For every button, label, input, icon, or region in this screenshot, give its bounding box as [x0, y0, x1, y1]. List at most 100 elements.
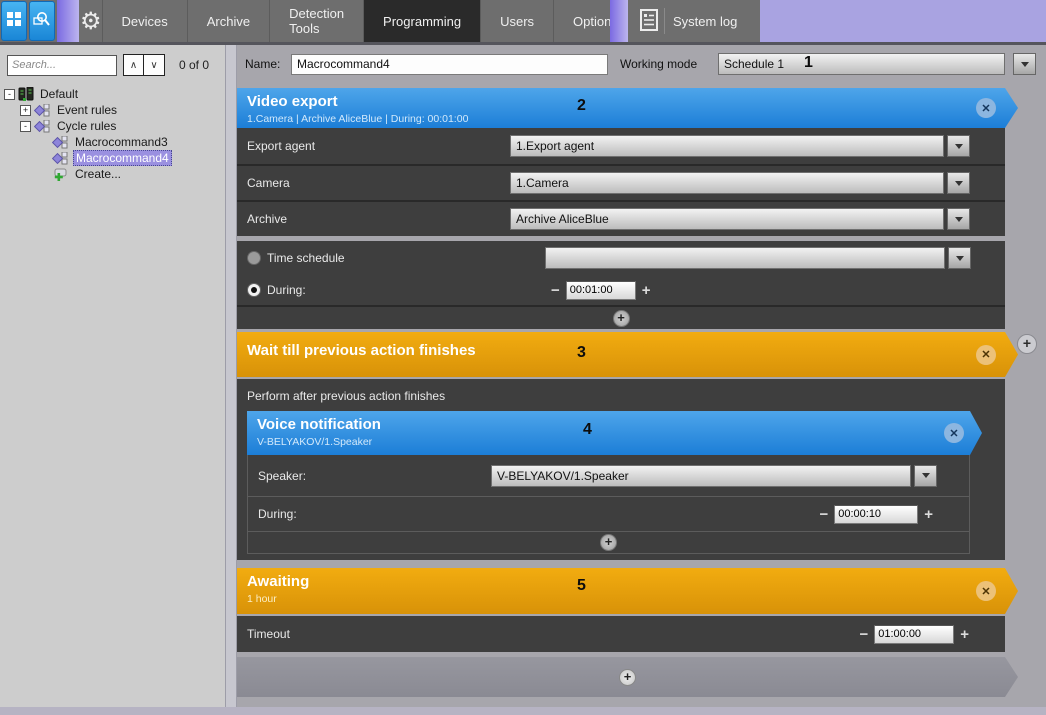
close-action-button[interactable]: ✕ — [976, 98, 996, 118]
time-schedule-radio[interactable] — [247, 251, 261, 265]
export-agent-dropdown[interactable]: 1.Export agent — [510, 135, 944, 157]
action-subtitle: V-BELYAKOV/1.Speaker — [257, 436, 982, 448]
sidebar-splitter[interactable] — [225, 45, 237, 707]
add-action-button[interactable]: + — [600, 534, 617, 551]
settings-gear-button[interactable]: ⚙ — [80, 0, 102, 42]
camera-label: Camera — [247, 176, 510, 190]
insert-action-button[interactable]: + — [1017, 334, 1037, 354]
name-label: Name: — [245, 57, 291, 71]
close-action-button[interactable]: ✕ — [976, 345, 996, 365]
voice-notification-header: Voice notification V-BELYAKOV/1.Speaker … — [247, 411, 982, 455]
main-tab-bar: ⚙ Devices Archive Detection Tools Progra… — [80, 0, 610, 42]
document-list-icon — [640, 9, 658, 34]
close-icon: ✕ — [981, 585, 990, 598]
add-action-button[interactable]: + — [613, 310, 630, 327]
expand-expander-icon[interactable]: + — [20, 105, 31, 116]
macro-tree-sidebar: ∧ ∨ 0 of 0 - Default + Event rules - — [0, 45, 225, 707]
dropdown-arrow-icon — [1021, 62, 1029, 67]
action-title: Awaiting — [247, 573, 1018, 590]
archive-value: Archive AliceBlue — [516, 212, 609, 226]
decrement-button[interactable]: − — [853, 627, 874, 642]
search-prev-button[interactable]: ∧ — [123, 54, 144, 76]
video-export-header: Video export 1.Camera | Archive AliceBlu… — [237, 88, 1018, 128]
during-time-input[interactable] — [566, 281, 636, 300]
tab-detection-tools[interactable]: Detection Tools — [269, 0, 363, 42]
tree-item-event-rules[interactable]: + Event rules — [0, 102, 225, 118]
during-radio[interactable] — [247, 283, 261, 297]
tab-label: Archive — [207, 14, 250, 29]
add-action-button[interactable]: + — [619, 669, 636, 686]
close-icon: ✕ — [949, 427, 958, 440]
camera-dropdown-button[interactable] — [947, 172, 970, 194]
action-subtitle: 1.Camera | Archive AliceBlue | During: 0… — [247, 113, 1018, 125]
decrement-button[interactable]: − — [545, 283, 566, 298]
archive-dropdown[interactable]: Archive AliceBlue — [510, 208, 944, 230]
tab-programming[interactable]: Programming — [363, 0, 480, 42]
name-input[interactable] — [291, 54, 608, 75]
perform-after-label: Perform after previous action finishes — [237, 379, 1005, 411]
close-action-button[interactable]: ✕ — [976, 581, 996, 601]
system-log-button[interactable]: System log — [628, 0, 760, 42]
dropdown-arrow-icon — [955, 181, 963, 186]
tab-devices[interactable]: Devices — [102, 0, 187, 42]
close-icon: ✕ — [981, 102, 990, 115]
wait-action-body: Perform after previous action finishes V… — [237, 379, 1005, 560]
layouts-button[interactable] — [1, 1, 27, 41]
macro-name-row: Name: Working mode Schedule 1 1 — [237, 45, 1046, 83]
action-title: Voice notification — [257, 416, 982, 433]
export-agent-label: Export agent — [247, 139, 510, 153]
increment-button[interactable]: + — [954, 627, 975, 642]
callout-4: 4 — [583, 421, 592, 439]
working-mode-dropdown-button[interactable] — [1013, 53, 1036, 75]
increment-button[interactable]: + — [636, 283, 657, 298]
toolbar-divider-strip — [57, 0, 79, 42]
camera-row: Camera 1.Camera — [237, 164, 1005, 200]
grid-icon — [7, 12, 21, 31]
timeout-label: Timeout — [247, 627, 290, 641]
tree-item-macrocommand3[interactable]: Macrocommand3 — [0, 134, 225, 150]
increment-button[interactable]: + — [918, 507, 939, 522]
camera-value: 1.Camera — [516, 176, 569, 190]
dropdown-arrow-icon — [955, 217, 963, 222]
tree-item-create[interactable]: Create... — [0, 166, 225, 182]
collapse-expander-icon[interactable]: - — [20, 121, 31, 132]
tab-label: Users — [500, 14, 534, 29]
camera-dropdown[interactable]: 1.Camera — [510, 172, 944, 194]
export-agent-dropdown-button[interactable] — [947, 135, 970, 157]
close-action-button[interactable]: ✕ — [944, 423, 964, 443]
time-schedule-dropdown-button[interactable] — [948, 247, 971, 269]
speaker-dropdown[interactable]: V-BELYAKOV/1.Speaker — [491, 465, 911, 487]
archive-dropdown-button[interactable] — [947, 208, 970, 230]
timeout-time-input[interactable] — [874, 625, 954, 644]
time-schedule-dropdown[interactable] — [545, 247, 945, 269]
decrement-button[interactable]: − — [813, 507, 834, 522]
export-agent-value: 1.Export agent — [516, 139, 594, 153]
top-toolbar: ⚙ Devices Archive Detection Tools Progra… — [0, 0, 1046, 42]
speaker-label: Speaker: — [258, 469, 491, 483]
toolbar-divider-strip — [610, 0, 628, 42]
archive-label: Archive — [247, 212, 510, 226]
macrocommand-editor: Name: Working mode Schedule 1 1 Video ex… — [237, 45, 1046, 707]
tree-item-label: Event rules — [55, 103, 119, 117]
speaker-dropdown-button[interactable] — [914, 465, 937, 487]
collapse-expander-icon[interactable]: - — [4, 89, 15, 100]
awaiting-header: Awaiting 1 hour 5 ✕ — [237, 568, 1018, 614]
tab-archive[interactable]: Archive — [187, 0, 269, 42]
search-input[interactable] — [7, 55, 117, 76]
voice-during-label: During: — [258, 507, 297, 521]
chevron-down-icon: ∨ — [150, 60, 157, 71]
tab-label: Devices — [122, 14, 168, 29]
search-next-button[interactable]: ∨ — [144, 54, 165, 76]
search-camera-button[interactable] — [29, 1, 55, 41]
tree-item-cycle-rules[interactable]: - Cycle rules — [0, 118, 225, 134]
tab-users[interactable]: Users — [480, 0, 553, 42]
voice-during-time-input[interactable] — [834, 505, 918, 524]
callout-5: 5 — [577, 577, 586, 595]
time-schedule-label: Time schedule — [267, 251, 545, 265]
duration-radio-group: Time schedule During: − + + — [237, 241, 1005, 329]
tree-item-default[interactable]: - Default — [0, 86, 225, 102]
add-sub-action-row: + — [237, 305, 1005, 329]
tree-item-macrocommand4-selected[interactable]: Macrocommand4 — [0, 150, 225, 166]
dropdown-arrow-icon — [955, 144, 963, 149]
working-mode-dropdown[interactable]: Schedule 1 1 — [718, 53, 1005, 75]
